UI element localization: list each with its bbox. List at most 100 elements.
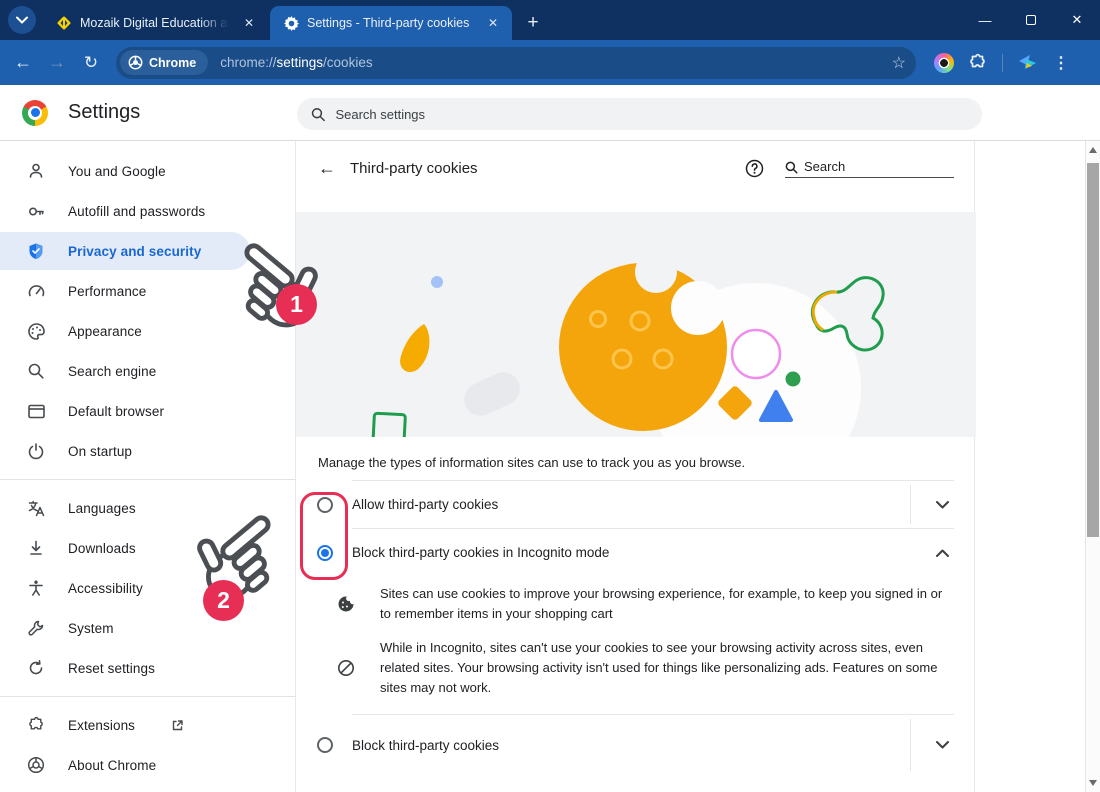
sidebar-item-label: Default browser [68, 404, 164, 419]
sidebar-item-label: On startup [68, 444, 132, 459]
tab-settings[interactable]: Settings - Third-party cookies ✕ [270, 6, 512, 40]
titlebar: Mozaik Digital Education and Le ✕ Settin… [0, 0, 1100, 40]
sidebar-item-label: Downloads [68, 541, 136, 556]
cookies-illustration [296, 212, 976, 437]
power-icon [26, 441, 46, 461]
lens-extension-icon[interactable] [934, 53, 954, 73]
minimize-button[interactable]: — [962, 0, 1008, 40]
sidebar-item-accessibility[interactable]: Accessibility [0, 568, 295, 608]
chrome-logo-icon [22, 100, 48, 126]
cookie-icon [336, 595, 356, 613]
tab-mozaik[interactable]: Mozaik Digital Education and Le ✕ [42, 6, 268, 40]
speedometer-icon [26, 281, 46, 301]
mozaik-favicon-icon [56, 15, 72, 31]
subpage-search-input[interactable] [804, 159, 954, 174]
bookmark-star-icon[interactable]: ☆ [892, 53, 906, 73]
sidebar-item-label: Extensions [68, 718, 135, 733]
url-text: chrome://settings/cookies [220, 55, 891, 70]
search-icon [785, 161, 798, 174]
sidebar-item-reset-settings[interactable]: Reset settings [0, 648, 295, 688]
profile-avatar[interactable] [1017, 53, 1039, 73]
scrollbar-down-arrow[interactable] [1089, 780, 1097, 786]
sidebar-item-extensions[interactable]: Extensions [0, 705, 295, 745]
sidebar-item-about-chrome[interactable]: About Chrome [0, 745, 295, 785]
sidebar-item-you-and-google[interactable]: You and Google [0, 151, 295, 191]
browser-menu-icon[interactable]: ⋮ [1053, 53, 1069, 73]
extensions-puzzle-icon[interactable] [968, 53, 988, 73]
tab-title: Settings - Third-party cookies [307, 16, 476, 30]
window-controls: — ✕ [962, 0, 1100, 40]
detail-item-incognito: While in Incognito, sites can't use your… [336, 638, 950, 698]
sidebar-item-label: System [68, 621, 114, 636]
option-block-third-party-cookies[interactable]: Block third-party cookies [296, 715, 974, 775]
radio-selected[interactable] [317, 545, 333, 561]
sidebar-item-performance[interactable]: Performance [0, 271, 295, 311]
reset-icon [26, 658, 46, 678]
gear-icon [284, 16, 299, 31]
vertical-scrollbar[interactable] [1085, 141, 1100, 792]
radio-unselected[interactable] [317, 737, 333, 753]
option-details: Sites can use cookies to improve your br… [296, 576, 974, 714]
sidebar-item-default-browser[interactable]: Default browser [0, 391, 295, 431]
sidebar: You and Google Autofill and passwords Pr… [0, 141, 295, 792]
settings-header: Settings [0, 85, 1100, 141]
subpage-search-box[interactable] [785, 159, 954, 178]
maximize-button[interactable] [1008, 0, 1054, 40]
sidebar-item-on-startup[interactable]: On startup [0, 431, 295, 471]
sidebar-item-label: Languages [68, 501, 136, 516]
option-allow-third-party-cookies[interactable]: Allow third-party cookies [296, 481, 974, 528]
sidebar-item-label: Reset settings [68, 661, 155, 676]
settings-title: Settings [68, 101, 140, 124]
toolbar-right-cluster: ⋮ [934, 53, 1069, 73]
help-button[interactable] [741, 156, 767, 182]
close-button[interactable]: ✕ [1054, 0, 1100, 40]
settings-search-box[interactable] [297, 98, 982, 130]
sidebar-item-label: Search engine [68, 364, 156, 379]
option-label: Block third-party cookies [352, 738, 910, 753]
back-button[interactable]: ← [6, 46, 40, 80]
sidebar-item-autofill[interactable]: Autofill and passwords [0, 191, 295, 231]
option-label: Block third-party cookies in Incognito m… [352, 545, 910, 560]
sidebar-item-label: Privacy and security [68, 244, 201, 259]
tab-search-button[interactable] [8, 6, 36, 34]
tab-close-icon[interactable]: ✕ [240, 14, 258, 32]
expand-button[interactable] [910, 485, 974, 524]
sidebar-item-search-engine[interactable]: Search engine [0, 351, 295, 391]
reload-button[interactable]: ↻ [74, 46, 108, 80]
puzzle-icon [26, 715, 46, 735]
subpage-header: ← Third-party cookies [296, 141, 974, 196]
subpage-back-button[interactable]: ← [312, 154, 342, 184]
chrome-logo-white-icon [128, 55, 143, 70]
forward-button[interactable]: → [40, 46, 74, 80]
chevron-down-icon [936, 501, 949, 509]
settings-search-input[interactable] [335, 107, 968, 122]
detail-text: While in Incognito, sites can't use your… [380, 638, 950, 698]
sidebar-item-label: You and Google [68, 164, 166, 179]
sidebar-item-system[interactable]: System [0, 608, 295, 648]
sidebar-item-label: Autofill and passwords [68, 204, 205, 219]
collapse-button[interactable] [910, 529, 974, 576]
subpage-title: Third-party cookies [350, 160, 741, 177]
new-tab-button[interactable]: + [520, 10, 546, 36]
magnifier-icon [26, 361, 46, 381]
scrollbar-up-arrow[interactable] [1089, 147, 1097, 153]
sidebar-divider [0, 479, 295, 480]
address-bar[interactable]: Chrome chrome://settings/cookies ☆ [116, 47, 916, 79]
radio-unselected[interactable] [317, 497, 333, 513]
browser-toolbar: ← → ↻ Chrome chrome://settings/cookies ☆ [0, 40, 1100, 85]
page-body: You and Google Autofill and passwords Pr… [0, 141, 1100, 792]
sidebar-item-downloads[interactable]: Downloads [0, 528, 295, 568]
option-label: Allow third-party cookies [352, 497, 910, 512]
chrome-outline-icon [26, 755, 46, 775]
chrome-badge-label: Chrome [149, 56, 196, 70]
chevron-up-icon [936, 549, 949, 557]
tab-close-icon[interactable]: ✕ [484, 14, 502, 32]
blocked-icon [336, 659, 356, 677]
wrench-icon [26, 618, 46, 638]
sidebar-item-languages[interactable]: Languages [0, 488, 295, 528]
scrollbar-thumb[interactable] [1087, 163, 1099, 537]
sidebar-item-privacy-and-security[interactable]: Privacy and security [0, 231, 295, 271]
option-block-third-party-incognito[interactable]: Block third-party cookies in Incognito m… [296, 529, 974, 576]
expand-button[interactable] [910, 719, 974, 771]
sidebar-item-appearance[interactable]: Appearance [0, 311, 295, 351]
